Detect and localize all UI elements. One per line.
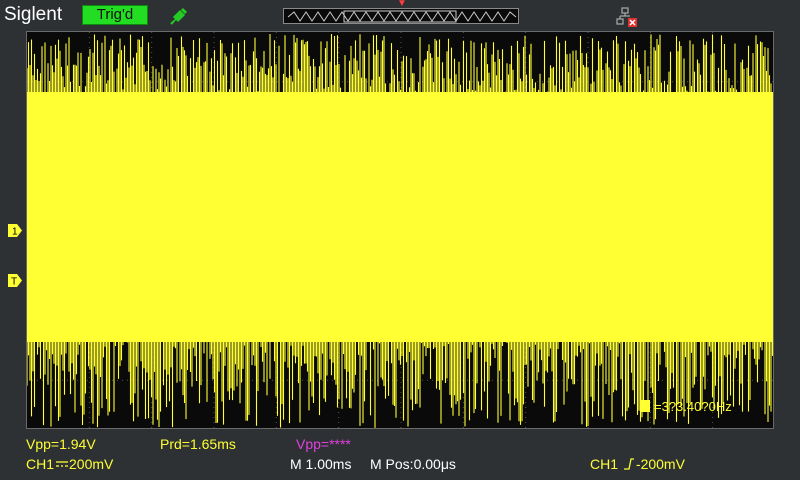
memory-depth-bar xyxy=(283,8,519,24)
ch1-volts-per-div: 200mV xyxy=(69,456,114,472)
ch1-offset-marker[interactable]: 1 xyxy=(8,224,22,238)
top-bar: Siglent Trig'd ▼ xyxy=(0,0,800,30)
rising-edge-icon xyxy=(623,458,634,470)
frequency-icon xyxy=(640,400,650,412)
trigger-position-marker: ▼ xyxy=(397,0,407,9)
horizontal-position[interactable]: M Pos:0.00μs xyxy=(370,456,456,472)
vpp-ch1-measurement[interactable]: Vpp=1.94V xyxy=(26,436,96,452)
brand-logo: Siglent xyxy=(4,4,63,25)
trigger-source: CH1 xyxy=(590,456,619,472)
ch1-marker-label: 1 xyxy=(12,227,18,238)
waveform-canvas xyxy=(27,32,773,428)
ch1-vertical-scale[interactable]: CH1 200mV xyxy=(26,456,113,472)
waveform-trace xyxy=(27,34,773,428)
bottom-status-bar: Vpp=1.94V Prd=1.65ms Vpp=**** CH1 200mV M… xyxy=(0,430,800,480)
ch1-scale-label: CH1 xyxy=(26,456,55,472)
period-measurement[interactable]: Prd=1.65ms xyxy=(160,436,236,452)
dc-coupling-icon xyxy=(56,461,69,467)
frequency-counter: =3?3.40?0Hz xyxy=(640,398,732,414)
trigger-marker-label: T xyxy=(11,277,17,288)
trigger-level-marker[interactable]: T xyxy=(8,274,22,288)
trigger-level-value: -200mV xyxy=(635,456,685,472)
probe-icon xyxy=(168,5,190,27)
trigger-setting[interactable]: CH1 -200mV xyxy=(590,456,685,472)
usb-disconnected-icon xyxy=(614,6,638,28)
waveform-display[interactable] xyxy=(26,31,774,429)
vpp-ch2-measurement[interactable]: Vpp=**** xyxy=(296,436,351,452)
timebase[interactable]: M 1.00ms xyxy=(290,456,351,472)
trigger-status-badge: Trig'd xyxy=(82,5,148,25)
frequency-value: =3?3.40?0Hz xyxy=(654,398,732,414)
